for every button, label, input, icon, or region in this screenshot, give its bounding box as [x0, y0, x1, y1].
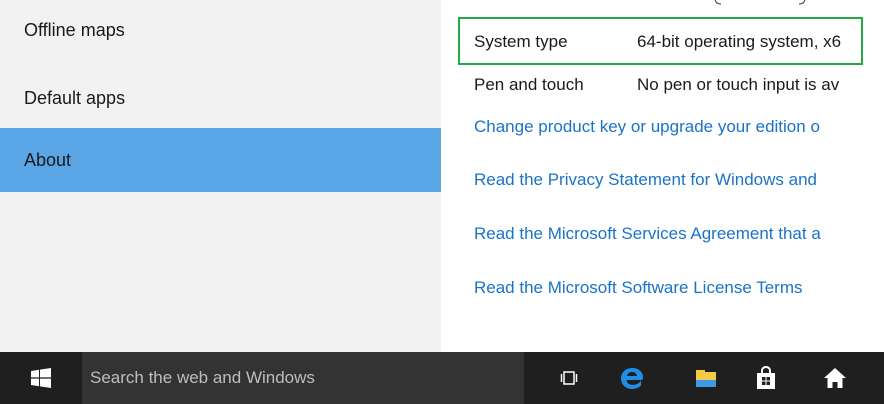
home-icon [824, 368, 846, 388]
license-terms-link[interactable]: Read the Microsoft Software License Term… [474, 278, 803, 298]
store-button[interactable] [740, 352, 792, 404]
nav-item-about[interactable]: About [0, 128, 441, 192]
taskbar: Search the web and Windows [0, 352, 884, 404]
task-view-icon [560, 371, 578, 385]
taskbar-search-box[interactable]: Search the web and Windows [82, 352, 524, 404]
clipped-text-fragment [714, 0, 806, 5]
pen-touch-label: Pen and touch [474, 75, 584, 94]
search-placeholder: Search the web and Windows [90, 368, 315, 387]
file-explorer-icon [696, 370, 716, 387]
system-type-row: System type 64-bit operating system, x6 [474, 32, 841, 52]
about-content-pane: System type 64-bit operating system, x6 P… [441, 0, 884, 352]
settings-nav-pane: Offline maps Default apps About [0, 0, 441, 352]
edge-icon [621, 368, 643, 389]
task-view-button[interactable] [543, 352, 595, 404]
change-product-key-link[interactable]: Change product key or upgrade your editi… [474, 117, 820, 137]
store-icon [757, 366, 775, 389]
nav-item-default-apps[interactable]: Default apps [0, 66, 441, 130]
pen-touch-row: Pen and touch No pen or touch input is av [474, 75, 839, 95]
edge-browser-button[interactable] [606, 352, 658, 404]
settings-window: Offline maps Default apps About System t… [0, 0, 884, 404]
services-agreement-link[interactable]: Read the Microsoft Services Agreement th… [474, 224, 821, 244]
nav-item-label: Offline maps [24, 20, 125, 40]
file-explorer-button[interactable] [680, 352, 732, 404]
nav-item-label: About [24, 149, 72, 170]
system-type-value: 64-bit operating system, x6 [637, 32, 842, 51]
nav-item-label: Default apps [24, 87, 126, 108]
pen-touch-value: No pen or touch input is av [637, 75, 840, 94]
home-button[interactable] [809, 352, 861, 404]
windows-start-icon [31, 368, 51, 388]
privacy-statement-link[interactable]: Read the Privacy Statement for Windows a… [474, 170, 817, 190]
nav-item-offline-maps[interactable]: Offline maps [0, 0, 441, 62]
start-button[interactable] [0, 352, 82, 404]
system-type-label: System type [474, 32, 568, 51]
